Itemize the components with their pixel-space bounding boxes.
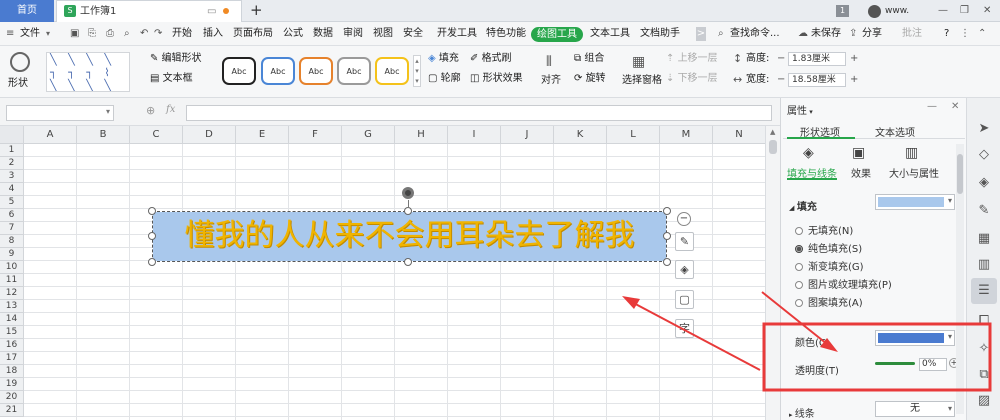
annotation-highlight-box	[762, 322, 992, 392]
annotation-arrow-to-textbox	[622, 296, 761, 371]
annotation-overlay	[622, 291, 992, 392]
annotation-arrow-to-color	[761, 291, 838, 352]
